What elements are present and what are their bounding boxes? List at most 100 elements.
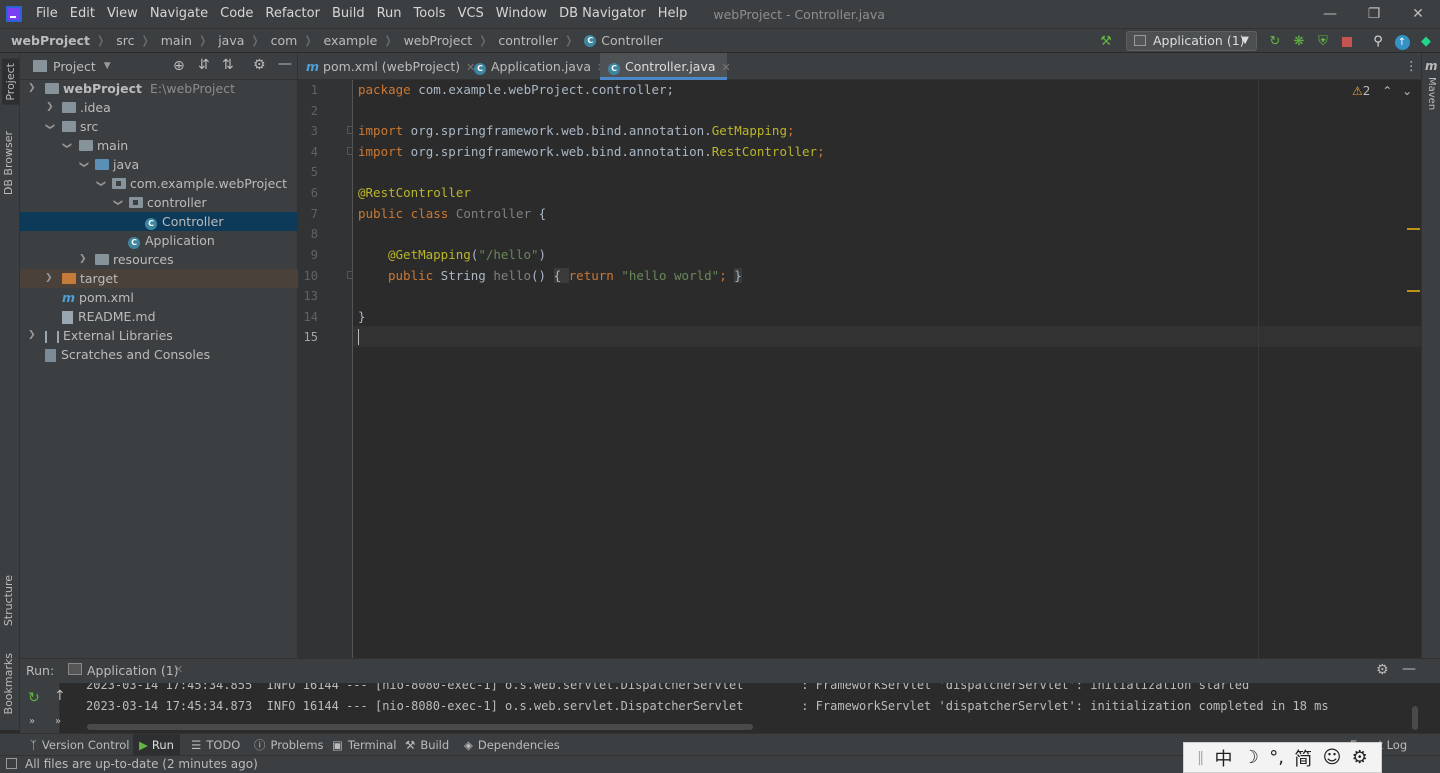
run-config-dropdown[interactable]: Application (1) ▼ [1126, 31, 1257, 51]
menu-run[interactable]: Run [371, 0, 408, 28]
menu-build[interactable]: Build [326, 0, 371, 28]
rerun-icon[interactable]: ↻ [28, 690, 40, 706]
chevron-down-icon[interactable]: ⌄ [1402, 84, 1412, 98]
tree-item-target[interactable]: ❯ target [20, 269, 298, 288]
locate-icon[interactable]: ⊕ [173, 58, 185, 74]
menu-window[interactable]: Window [490, 0, 553, 28]
tool-tab-db-browser[interactable]: DB Browser [2, 131, 15, 195]
close-tab-icon[interactable]: ✕ [722, 61, 731, 74]
tab-application-java[interactable]: CApplication.java✕ [466, 53, 606, 80]
restore-icon[interactable]: ❐ [1352, 0, 1396, 28]
tree-item-controller-package[interactable]: ❯ controller [20, 193, 298, 212]
hide-panel-icon[interactable]: — [1402, 661, 1416, 677]
rerun-icon[interactable]: ↻ [1267, 34, 1283, 50]
scroll-warning-marker[interactable] [1407, 228, 1420, 230]
tree-item-package[interactable]: ❯ com.example.webProject [20, 174, 298, 193]
chevron-down-icon[interactable]: ▼ [104, 61, 111, 71]
debug-icon[interactable]: ❋ [1291, 34, 1307, 50]
plugin-icon[interactable]: ◆ [1418, 34, 1434, 50]
menu-tools[interactable]: Tools [408, 0, 452, 28]
tab-pom-xml[interactable]: m pom.xml (webProject) ✕ [298, 53, 475, 80]
breadcrumb-item[interactable]: src ❭ [108, 33, 152, 48]
breadcrumb-item[interactable]: java ❭ [210, 33, 262, 48]
tool-run[interactable]: ▶ Run [133, 734, 180, 756]
close-tab-icon[interactable]: ✕ [174, 663, 183, 676]
tool-build[interactable]: ⚒ Build [405, 734, 449, 756]
tab-controller-java[interactable]: C Controller.java ✕ [600, 53, 731, 80]
tree-item-external-libraries[interactable]: ❯ External Libraries [20, 326, 298, 345]
menu-refactor[interactable]: Refactor [259, 0, 326, 28]
tool-terminal[interactable]: ▣ Terminal [332, 734, 396, 756]
build-hammer-icon[interactable]: ⚒ [1098, 34, 1114, 50]
menu-db-navigator[interactable]: DB Navigator [553, 0, 652, 28]
menu-view[interactable]: View [101, 0, 144, 28]
expand-all-icon[interactable]: ⇵ [198, 57, 210, 73]
more-icon[interactable]: » [29, 716, 35, 727]
tree-item-pom[interactable]: m pom.xml [20, 288, 298, 307]
tree-item-scratches[interactable]: Scratches and Consoles [20, 345, 298, 364]
ime-moon-icon[interactable]: ☽ [1243, 747, 1259, 768]
chevron-up-icon[interactable]: ⌃ [1382, 84, 1392, 98]
collapse-all-icon[interactable]: ⇅ [222, 57, 234, 73]
tool-tab-structure[interactable]: Structure [2, 575, 15, 626]
tool-tab-label: Bookmarks [2, 653, 15, 715]
tool-todo[interactable]: ☰ TODO [191, 734, 240, 756]
tree-item-application-class[interactable]: C Application [20, 231, 298, 250]
tool-version-control[interactable]: ᛉ Version Control [30, 734, 129, 756]
tree-item-webproject[interactable]: ❯ webProject E:\webProject [20, 79, 298, 98]
drag-handle-icon[interactable]: ‖ [1197, 750, 1204, 766]
line-number: 7 [310, 207, 318, 221]
ime-settings-icon[interactable]: ⚙ [1352, 747, 1368, 768]
tool-problems[interactable]: ⓘ Problems [254, 734, 324, 756]
menu-code[interactable]: Code [214, 0, 259, 28]
tool-dependencies[interactable]: ◈ Dependencies [464, 734, 560, 756]
stop-icon[interactable] [1339, 34, 1355, 50]
breadcrumb-item[interactable]: com ❭ [263, 33, 316, 48]
tree-item-readme[interactable]: README.md [20, 307, 298, 326]
menu-navigate[interactable]: Navigate [144, 0, 214, 28]
folded-brace-token[interactable]: } [734, 268, 742, 283]
vertical-scrollbar[interactable] [1412, 706, 1418, 730]
tool-tab-project[interactable]: Project [2, 59, 19, 105]
breadcrumb-item[interactable]: C Controller [576, 33, 666, 48]
ime-mode-button[interactable]: 中 [1214, 745, 1232, 771]
menu-help[interactable]: Help [652, 0, 694, 28]
ime-simplified-button[interactable]: 简 [1294, 745, 1312, 771]
breadcrumb-item[interactable]: webProject ❭ [0, 33, 108, 48]
scroll-warning-marker[interactable] [1407, 290, 1420, 292]
gear-icon[interactable]: ⚙ [253, 57, 266, 73]
tool-tab-bookmarks[interactable]: Bookmarks [2, 653, 15, 714]
search-icon[interactable]: ⚲ [1370, 34, 1386, 50]
tree-item-controller-class[interactable]: C Controller [20, 212, 298, 231]
breadcrumb-item[interactable]: webProject ❭ [396, 33, 491, 48]
tree-item-src[interactable]: ❯ src [20, 117, 298, 136]
hide-panel-icon[interactable]: — [278, 56, 292, 72]
breadcrumb-item[interactable]: main ❭ [153, 33, 210, 48]
inspection-widget[interactable]: ⚠2 ⌃ ⌄ [1352, 84, 1412, 98]
project-panel-title[interactable]: Project [53, 59, 96, 74]
more-tabs-icon[interactable]: ⋮ [1405, 58, 1418, 73]
menu-edit[interactable]: Edit [64, 0, 101, 28]
tree-item-java[interactable]: ❯ java [20, 155, 298, 174]
horizontal-scrollbar[interactable] [87, 724, 753, 730]
breadcrumb-item[interactable]: controller ❭ [490, 33, 576, 48]
tree-item-resources[interactable]: ❯ resources [20, 250, 298, 269]
breadcrumb-item[interactable]: example ❭ [316, 33, 396, 48]
folded-brace-token[interactable]: { [553, 268, 569, 283]
ime-punctuation-icon[interactable]: °, [1269, 747, 1284, 768]
gear-icon[interactable]: ⚙ [1376, 662, 1389, 678]
close-window-icon[interactable]: ✕ [1396, 0, 1440, 28]
tree-item-main[interactable]: ❯ main [20, 136, 298, 155]
tool-tab-maven[interactable]: Maven [1426, 77, 1437, 110]
menu-vcs[interactable]: VCS [452, 0, 490, 28]
menu-file[interactable]: File [30, 0, 64, 28]
tree-item-idea[interactable]: ❯ .idea [20, 98, 298, 117]
ime-emoji-icon[interactable]: ☺ [1323, 747, 1342, 768]
run-tab-label[interactable]: Application (1) [87, 663, 179, 678]
coverage-icon[interactable]: ⛨ [1315, 34, 1331, 50]
minimize-icon[interactable]: — [1308, 0, 1352, 28]
tool-label: Problems [270, 738, 324, 752]
layout-icon[interactable] [6, 758, 17, 769]
code-content[interactable]: package com.example.webProject.controlle… [353, 80, 1258, 658]
update-icon[interactable]: ↑ [1394, 34, 1410, 50]
